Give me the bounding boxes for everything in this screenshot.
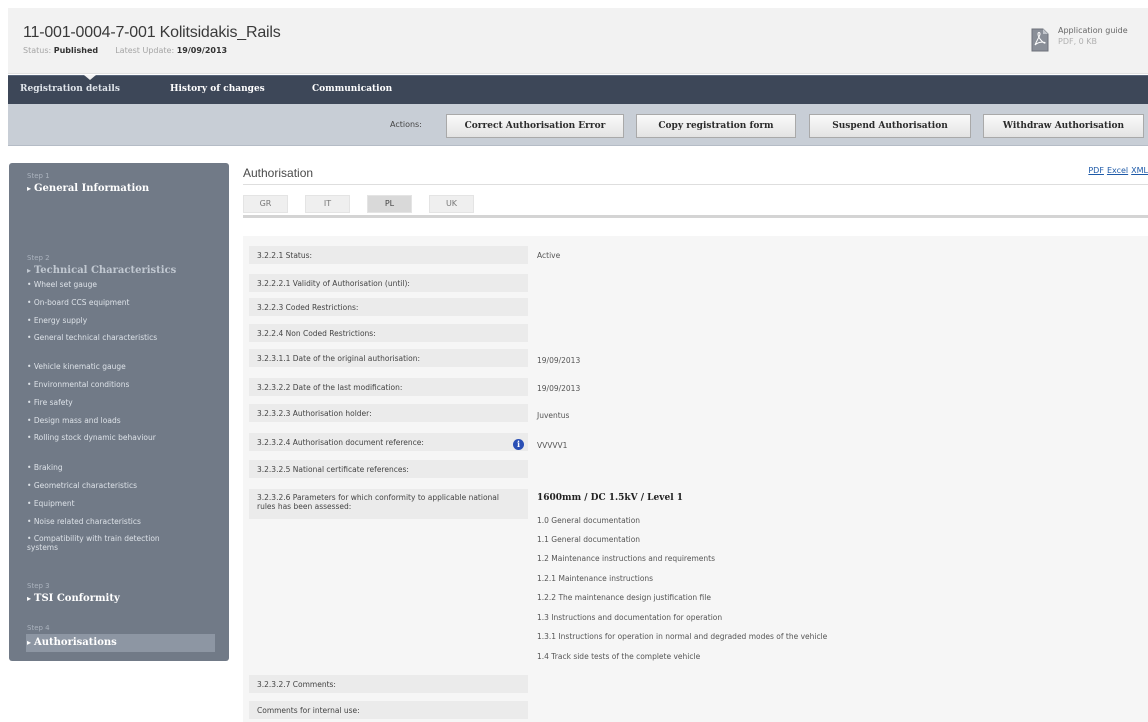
field-label-holder: 3.2.3.2.3 Authorisation holder: [249, 404, 528, 422]
step-general-information[interactable]: ▸ General Information [27, 183, 149, 194]
active-tab-caret [84, 75, 96, 80]
tab-country-uk[interactable]: UK [429, 195, 474, 213]
step-2-label: Step 2 [27, 254, 50, 262]
sidebar-item-environmental-conditions[interactable]: • Environmental conditions [27, 380, 217, 389]
sidebar-item-geometrical[interactable]: • Geometrical characteristics [27, 481, 217, 490]
status-label: Status: [23, 46, 52, 55]
step-title-text: Authorisations [34, 637, 117, 648]
step-authorisations[interactable]: ▸ Authorisations [27, 637, 117, 648]
actions-label: Actions: [390, 120, 422, 129]
field-label-original-date: 3.2.3.1.1 Date of the original authorisa… [249, 349, 528, 367]
parameter-item: 1.3.1 Instructions for operation in norm… [537, 632, 828, 641]
application-guide-link[interactable]: Application guide PDF, 0 KB [1030, 26, 1142, 56]
field-label-comments: 3.2.3.2.7 Comments: [249, 675, 528, 693]
field-label-coded-restrictions: 3.2.2.3 Coded Restrictions: [249, 298, 528, 316]
field-label-modification-date: 3.2.3.2.2 Date of the last modification: [249, 378, 528, 396]
main-tab-bar: Registration details History of changes … [8, 75, 1148, 104]
status-value: Published [53, 46, 99, 55]
export-xml-link[interactable]: XML [1131, 166, 1148, 175]
field-value-original-date: 19/09/2013 [537, 356, 581, 365]
field-label-document-reference: 3.2.3.2.4 Authorisation document referen… [249, 433, 528, 451]
parameter-item: 1.3 Instructions and documentation for o… [537, 613, 723, 622]
step-tsi-conformity[interactable]: ▸ TSI Conformity [27, 593, 120, 604]
sidebar-item-ccs-equipment[interactable]: • On-board CCS equipment [27, 298, 217, 307]
export-pdf-link[interactable]: PDF [1088, 166, 1104, 175]
tab-history-of-changes[interactable]: History of changes [170, 84, 265, 94]
field-label-non-coded-restrictions: 3.2.2.4 Non Coded Restrictions: [249, 324, 528, 342]
sidebar-item-equipment[interactable]: • Equipment [27, 499, 217, 508]
divider [243, 184, 1148, 185]
export-links: PDF Excel XML [1085, 166, 1148, 175]
arrow-right-icon: ▸ [27, 265, 32, 275]
sidebar-item-design-mass[interactable]: • Design mass and loads [27, 416, 217, 425]
page-title: 11-001-0004-7-001 Kolitsidakis_Rails [23, 24, 281, 41]
tab-country-gr[interactable]: GR [243, 195, 288, 213]
section-title: Authorisation [243, 166, 314, 180]
pdf-file-icon [1031, 28, 1049, 52]
step-3-label: Step 3 [27, 582, 50, 590]
field-label-status: 3.2.2.1 Status: [249, 246, 528, 264]
field-label-national-certificates: 3.2.3.2.5 National certificate reference… [249, 460, 528, 478]
sidebar-item-braking[interactable]: • Braking [27, 463, 217, 472]
step-technical-characteristics[interactable]: ▸ Technical Characteristics [27, 265, 176, 276]
tab-communication[interactable]: Communication [312, 84, 392, 94]
correct-authorisation-error-button[interactable]: Correct Authorisation Error [446, 114, 624, 138]
parameter-item: 1.4 Track side tests of the complete veh… [537, 652, 701, 661]
sidebar-item-kinematic-gauge[interactable]: • Vehicle kinematic gauge [27, 362, 217, 371]
step-1-label: Step 1 [27, 172, 50, 180]
divider [243, 215, 1148, 218]
sidebar-item-fire-safety[interactable]: • Fire safety [27, 398, 217, 407]
copy-registration-form-button[interactable]: Copy registration form [636, 114, 796, 138]
sidebar-item-wheel-set-gauge[interactable]: • Wheel set gauge [27, 280, 217, 289]
field-label-validity: 3.2.2.2.1 Validity of Authorisation (unt… [249, 274, 528, 292]
sidebar-item-general-technical[interactable]: • General technical characteristics [27, 333, 177, 342]
field-value-status: Active [537, 251, 561, 260]
sidebar-item-dynamic-behaviour[interactable]: • Rolling stock dynamic behaviour [27, 433, 187, 442]
guide-size: PDF, 0 KB [1058, 37, 1098, 46]
arrow-right-icon: ▸ [27, 637, 32, 647]
page-header: 11-001-0004-7-001 Kolitsidakis_Rails Sta… [8, 8, 1148, 74]
tab-registration-details[interactable]: Registration details [20, 84, 120, 94]
actions-bar: Actions: Correct Authorisation Error Cop… [8, 104, 1148, 146]
field-label-parameters: 3.2.3.2.6 Parameters for which conformit… [249, 489, 528, 519]
parameter-item: 1.2.2 The maintenance design justificati… [537, 593, 711, 602]
sidebar-item-noise[interactable]: • Noise related characteristics [27, 517, 217, 526]
field-value-holder: Juventus [537, 411, 570, 420]
parameter-item: 1.0 General documentation [537, 516, 641, 525]
tab-country-pl[interactable]: PL [367, 195, 412, 213]
field-value-modification-date: 19/09/2013 [537, 384, 581, 393]
update-label: Latest Update: [115, 46, 175, 55]
step-title-text: TSI Conformity [34, 593, 120, 604]
export-excel-link[interactable]: Excel [1107, 166, 1128, 175]
sidebar-item-energy-supply[interactable]: • Energy supply [27, 316, 217, 325]
sidebar-item-train-detection[interactable]: • Compatibility with train detection sys… [27, 534, 187, 552]
step-4-label: Step 4 [27, 624, 50, 632]
tab-country-it[interactable]: IT [305, 195, 350, 213]
authorisation-table: 3.2.2.1 Status: Active 3.2.2.2.1 Validit… [243, 236, 1148, 722]
suspend-authorisation-button[interactable]: Suspend Authorisation [809, 114, 971, 138]
update-value: 19/09/2013 [176, 46, 228, 55]
field-value-document-reference: VVVVV1 [537, 441, 568, 450]
parameter-item: 1.2 Maintenance instructions and require… [537, 554, 715, 563]
arrow-right-icon: ▸ [27, 593, 32, 603]
field-label-internal-comments: Comments for internal use: [249, 701, 528, 719]
withdraw-authorisation-button[interactable]: Withdraw Authorisation [983, 114, 1144, 138]
step-title-text: General Information [34, 183, 150, 194]
field-value-parameters: 1600mm / DC 1.5kV / Level 1 [537, 493, 684, 503]
parameter-item: 1.2.1 Maintenance instructions [537, 574, 654, 583]
step-title-text: Technical Characteristics [34, 265, 177, 276]
guide-title: Application guide [1058, 26, 1128, 35]
status-line: Status: Published Latest Update: 19/09/2… [23, 46, 227, 55]
arrow-right-icon: ▸ [27, 183, 32, 193]
info-icon[interactable]: i [513, 439, 524, 450]
parameter-item: 1.1 General documentation [537, 535, 641, 544]
